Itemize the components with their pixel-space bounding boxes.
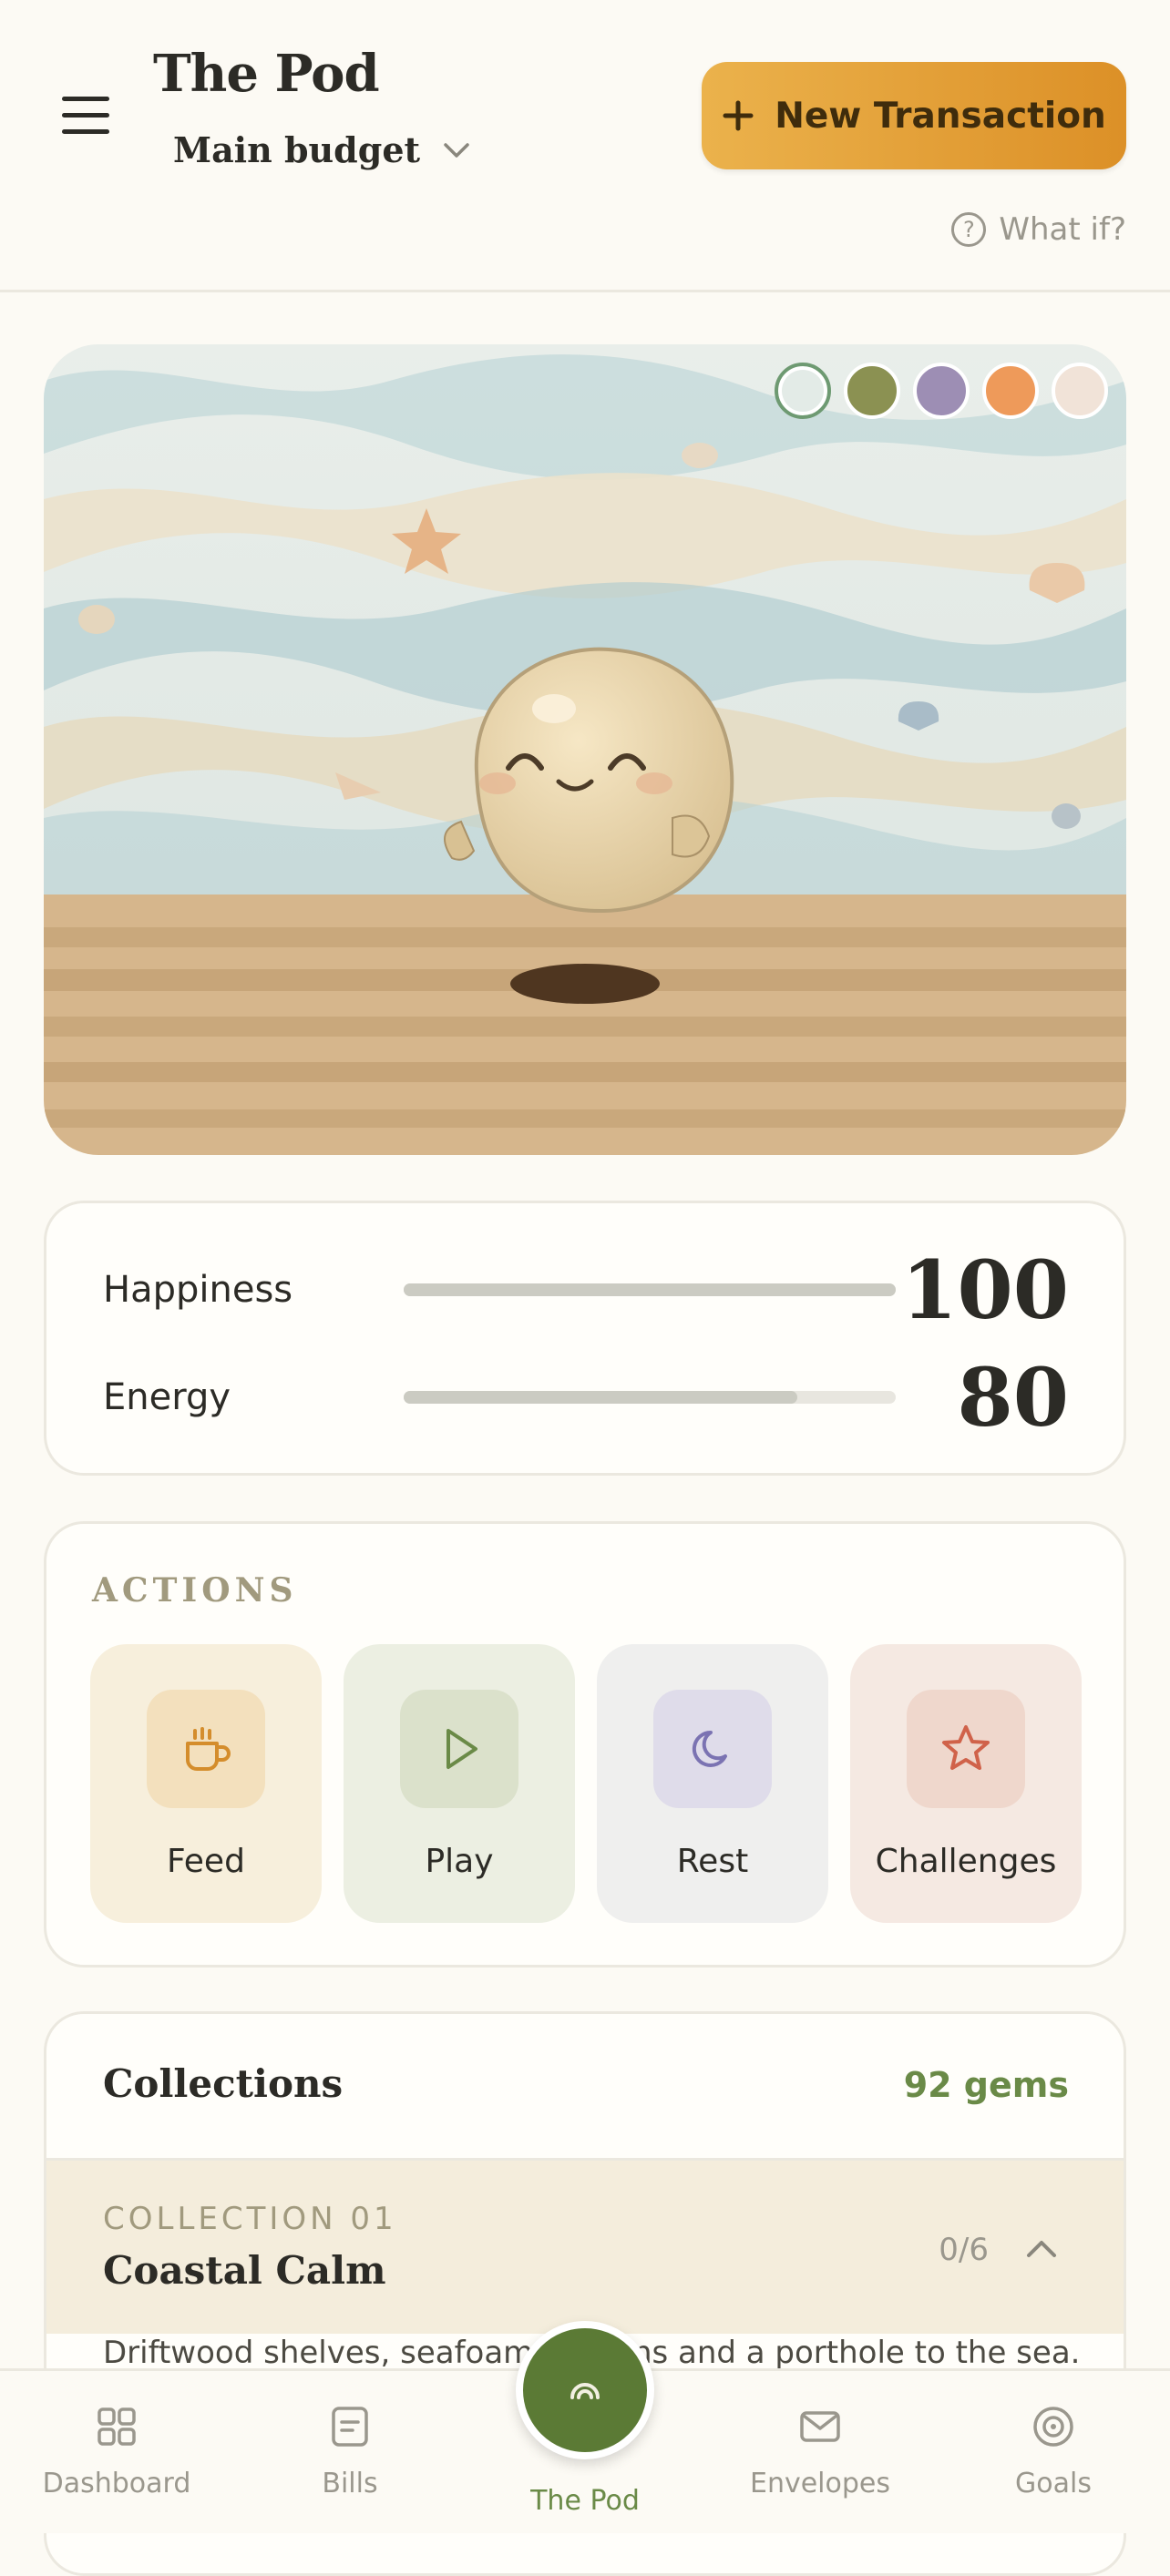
pod-scene	[44, 344, 1126, 1155]
pod-icon	[570, 2383, 600, 2399]
new-transaction-button[interactable]: New Transaction	[702, 62, 1126, 169]
app-header: The Pod Main budget New Transaction ? Wh…	[0, 0, 1170, 292]
nav-label: Dashboard	[42, 2468, 191, 2499]
collection-kicker: COLLECTION 01	[103, 2201, 397, 2237]
target-icon	[1033, 2407, 1073, 2447]
star-icon	[907, 1690, 1025, 1808]
beach-room-illustration	[44, 344, 1126, 1155]
grid-icon	[98, 2407, 136, 2446]
play-icon	[400, 1690, 518, 1808]
theme-swatch-moss[interactable]	[844, 363, 900, 419]
stat-value: 80	[957, 1350, 1069, 1445]
budget-selector[interactable]: Main budget	[173, 129, 471, 170]
action-label: Feed	[167, 1843, 245, 1880]
energy-bar	[404, 1391, 896, 1404]
play-button[interactable]: Play	[344, 1644, 575, 1923]
budget-label: Main budget	[173, 129, 421, 170]
nav-label: Goals	[1015, 2468, 1092, 2499]
collection-progress: 0/6	[939, 2232, 989, 2268]
plus-icon	[723, 100, 754, 131]
actions-card: ACTIONS Feed Play Rest Challenges	[44, 1521, 1126, 1968]
what-if-button[interactable]: ? What if?	[951, 211, 1126, 248]
rest-button[interactable]: Rest	[597, 1644, 828, 1923]
theme-swatch-lavender[interactable]	[913, 363, 970, 419]
gems-count: 92 gems	[903, 2065, 1069, 2105]
stat-happiness: Happiness 100	[103, 1242, 1069, 1337]
nav-dashboard[interactable]: Dashboard	[26, 2371, 208, 2533]
stat-label: Happiness	[103, 1269, 293, 1311]
chevron-down-icon	[444, 142, 469, 158]
action-label: Play	[425, 1843, 494, 1880]
happiness-bar-fill	[404, 1283, 896, 1296]
pod-fab-button[interactable]	[516, 2321, 654, 2459]
theme-swatch-sand[interactable]	[1052, 363, 1108, 419]
nav-envelopes[interactable]: Envelopes	[729, 2371, 911, 2533]
energy-bar-fill	[404, 1391, 797, 1404]
nav-bills[interactable]: Bills	[259, 2371, 441, 2533]
stat-value: 100	[901, 1242, 1069, 1337]
stats-card: Happiness 100 Energy 80	[44, 1201, 1126, 1476]
help-icon: ?	[951, 212, 987, 247]
nav-label: Bills	[322, 2468, 378, 2499]
menu-icon[interactable]	[62, 97, 113, 137]
feed-button[interactable]: Feed	[90, 1644, 322, 1923]
new-transaction-label: New Transaction	[775, 95, 1106, 137]
action-label: Challenges	[875, 1843, 1057, 1880]
theme-swatch-sunset[interactable]	[982, 363, 1039, 419]
happiness-bar	[404, 1283, 896, 1296]
app-title: The Pod	[153, 44, 380, 104]
actions-title: ACTIONS	[92, 1571, 298, 1610]
nav-goals[interactable]: Goals	[962, 2371, 1144, 2533]
envelope-icon	[800, 2411, 840, 2442]
chevron-up-icon[interactable]	[1023, 2237, 1060, 2259]
nav-label-pod: The Pod	[530, 2485, 640, 2517]
theme-swatches	[775, 363, 1108, 419]
collection-name: Coastal Calm	[103, 2248, 386, 2293]
stat-energy: Energy 80	[103, 1350, 1069, 1445]
cup-icon	[147, 1690, 265, 1808]
collection-row[interactable]: COLLECTION 01 Coastal Calm 0/6	[46, 2158, 1124, 2334]
what-if-label: What if?	[999, 211, 1126, 248]
collections-title: Collections	[103, 2061, 344, 2106]
action-label: Rest	[676, 1843, 749, 1880]
nav-label: Envelopes	[750, 2468, 890, 2499]
challenges-button[interactable]: Challenges	[850, 1644, 1082, 1923]
stat-label: Energy	[103, 1376, 231, 1418]
document-icon	[332, 2407, 368, 2447]
theme-swatch-seafoam[interactable]	[775, 363, 831, 419]
moon-icon	[653, 1690, 772, 1808]
